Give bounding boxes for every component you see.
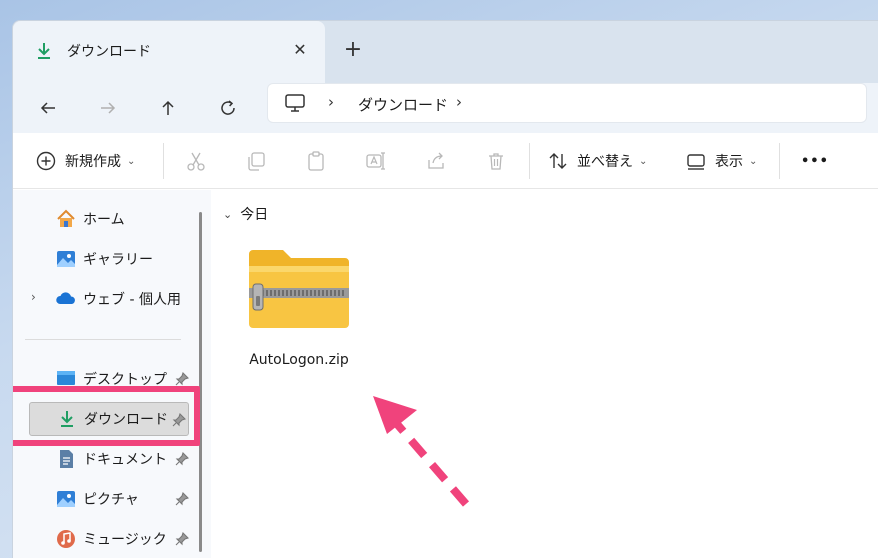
gallery-icon	[57, 251, 75, 267]
back-button[interactable]	[31, 91, 65, 125]
breadcrumb-downloads[interactable]: ダウンロード	[358, 94, 448, 115]
refresh-icon	[221, 100, 235, 115]
sidebar-item-pictures[interactable]: ピクチャ	[25, 482, 193, 516]
pin-icon[interactable]	[175, 492, 189, 506]
sidebar-item-home[interactable]: ホーム	[25, 202, 193, 236]
highlight-annotation	[13, 386, 200, 446]
sidebar-item-gallery[interactable]: ギャラリー	[25, 242, 193, 276]
arrow-left-icon	[40, 102, 55, 114]
up-button[interactable]	[151, 91, 185, 125]
more-options-button[interactable]: •••	[801, 146, 829, 176]
sidebar-item-label: ミュージック	[83, 532, 167, 548]
document-icon	[60, 450, 73, 468]
cloud-icon	[56, 292, 75, 304]
sort-button[interactable]: 並べ替え ⌄	[547, 146, 647, 176]
arrow-right-icon	[101, 102, 116, 114]
copy-icon	[248, 152, 265, 171]
tab-downloads[interactable]: ダウンロード ✕	[13, 21, 325, 83]
cut-button[interactable]	[185, 146, 207, 176]
plus-circle-icon	[36, 151, 56, 171]
music-icon	[57, 530, 75, 548]
chevron-down-icon: ⌄	[749, 155, 758, 167]
chevron-right-icon[interactable]: ›	[31, 290, 36, 304]
sidebar-item-documents[interactable]: ドキュメント	[25, 442, 193, 476]
divider	[529, 143, 530, 179]
tab-title: ダウンロード	[67, 44, 151, 60]
file-list: ⌄ 今日 AutoLogon.zip	[211, 190, 878, 558]
new-tab-button[interactable]: +	[341, 39, 365, 63]
computer-icon	[285, 94, 305, 112]
sidebar-scrollbar[interactable]	[199, 212, 202, 552]
pictures-icon	[57, 491, 75, 507]
sidebar-item-label: ピクチャ	[83, 492, 139, 508]
address-row: › ダウンロード ›	[13, 83, 878, 133]
pin-icon[interactable]	[175, 532, 189, 546]
tab-strip: ダウンロード ✕ +	[13, 21, 878, 83]
sidebar-item-label: ホーム	[83, 212, 125, 228]
group-header-label: 今日	[240, 207, 269, 223]
divider	[163, 143, 164, 179]
rename-icon	[366, 152, 385, 170]
file-item[interactable]: AutoLogon.zip	[239, 238, 359, 378]
group-header-today[interactable]: ⌄ 今日	[223, 204, 268, 224]
breadcrumb-separator[interactable]: ›	[456, 93, 462, 111]
command-bar: 新規作成 ⌄ 並べ替え ⌄ 表示 ⌄ •••	[13, 133, 878, 189]
paste-button[interactable]	[305, 146, 327, 176]
home-icon	[57, 209, 75, 227]
divider	[779, 143, 780, 179]
forward-button[interactable]	[91, 91, 125, 125]
chevron-down-icon: ⌄	[127, 155, 136, 167]
new-button[interactable]: 新規作成 ⌄	[35, 146, 135, 176]
sidebar-item-label: ウェブ - 個人用	[83, 292, 181, 308]
share-icon	[428, 152, 444, 169]
sidebar-item-onedrive[interactable]: › ウェブ - 個人用	[25, 282, 193, 316]
trash-icon	[489, 153, 503, 170]
delete-button[interactable]	[485, 146, 507, 176]
sidebar-item-music[interactable]: ミュージック	[25, 522, 193, 556]
zip-folder-icon	[249, 250, 349, 328]
new-button-label: 新規作成	[65, 154, 121, 170]
view-icon	[687, 154, 705, 170]
rename-button[interactable]	[365, 146, 387, 176]
pin-icon[interactable]	[175, 372, 189, 386]
chevron-down-icon: ⌄	[223, 207, 233, 221]
sidebar-divider	[25, 339, 181, 340]
refresh-button[interactable]	[211, 91, 245, 125]
sidebar-item-label: ドキュメント	[83, 452, 167, 468]
file-name: AutoLogon.zip	[249, 352, 349, 368]
arrow-annotation	[373, 396, 470, 507]
view-button[interactable]: 表示 ⌄	[685, 146, 757, 176]
navigation-pane: ホーム ギャラリー › ウェブ - 個人用 デスクトップ ダウンロード ドキュメ…	[13, 190, 211, 558]
file-explorer-window: ダウンロード ✕ + › ダウンロード › 新規作成 ⌄ 並べ替え ⌄ 表示 ⌄…	[12, 20, 878, 558]
breadcrumb-separator[interactable]: ›	[328, 93, 334, 111]
chevron-down-icon: ⌄	[639, 155, 648, 167]
sort-icon	[549, 153, 567, 169]
address-bar[interactable]: › ダウンロード ›	[267, 83, 867, 123]
arrow-up-icon	[162, 100, 174, 115]
download-icon	[38, 43, 50, 59]
sort-button-label: 並べ替え	[577, 154, 633, 170]
clipboard-icon	[308, 151, 324, 171]
scissors-icon	[187, 152, 205, 171]
sidebar-item-label: ギャラリー	[83, 252, 153, 268]
copy-button[interactable]	[245, 146, 267, 176]
share-button[interactable]	[425, 146, 447, 176]
view-button-label: 表示	[715, 154, 743, 170]
pin-icon[interactable]	[175, 452, 189, 466]
tab-close-button[interactable]: ✕	[289, 39, 311, 61]
